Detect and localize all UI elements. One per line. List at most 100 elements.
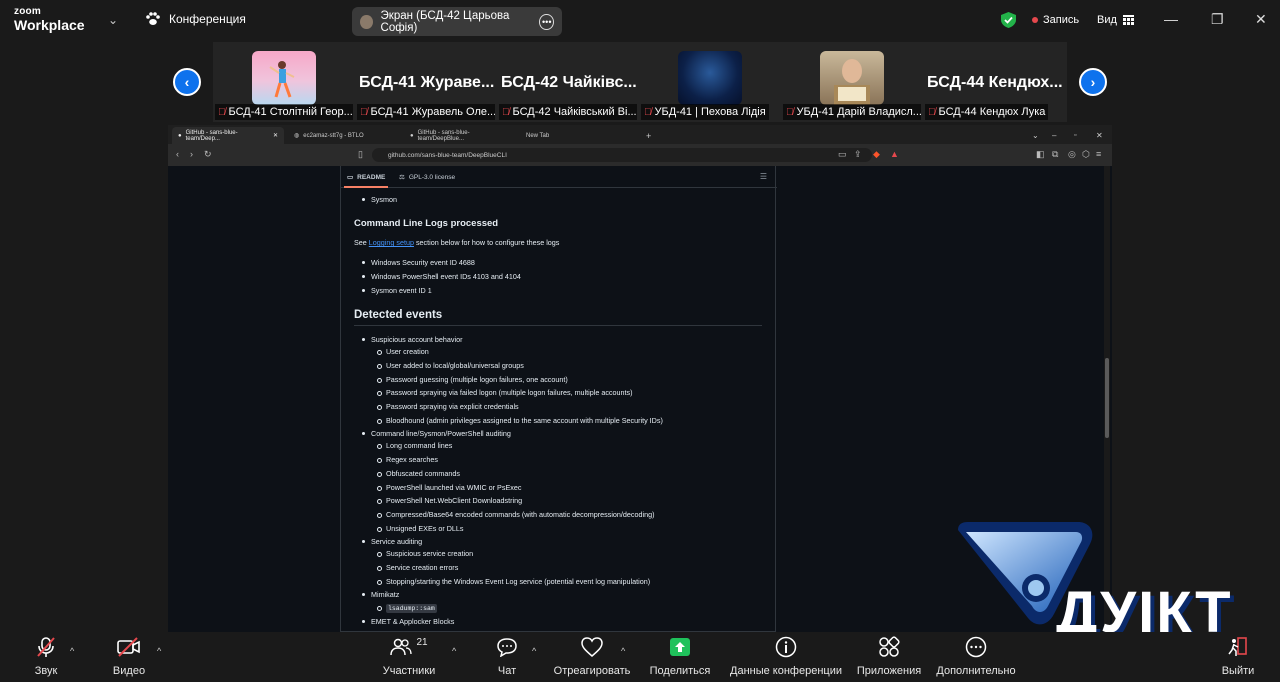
list-item: Password spraying via explicit credentia… (377, 402, 519, 411)
list-item: Obfuscated commands (377, 469, 460, 478)
mic-muted-icon: 🎙̸ (644, 106, 652, 118)
reactions-button[interactable]: Отреагировать (552, 632, 632, 682)
browser-tab[interactable]: ● GitHub - sans-blue-team/DeepBlue... (404, 127, 516, 144)
list-item: Compressed/Base64 encoded commands (with… (376, 510, 655, 519)
list-item: Regex searches (377, 455, 438, 464)
shield-check-icon[interactable] (1001, 12, 1016, 28)
address-bar[interactable]: github.com/sans-blue-team/DeepBlueCLI (372, 148, 872, 162)
list-item: PowerShell Net.WebClient Downloadstring (376, 496, 523, 505)
globe-icon: ◍ (294, 133, 300, 139)
outline-icon[interactable]: ☰ (760, 172, 767, 181)
scrollbar-thumb[interactable] (1105, 358, 1109, 438)
apps-label: Приложения (856, 665, 922, 677)
paw-icon (146, 12, 160, 25)
list-item: Bloodhound (admin privileges assigned to… (377, 416, 663, 425)
close-icon[interactable]: ✕ (273, 132, 278, 139)
close-icon[interactable]: ✕ (1255, 11, 1267, 28)
reactions-label: Отреагировать (553, 665, 631, 677)
menu-icon[interactable]: ≡ (1096, 149, 1101, 159)
gallery-prev-button[interactable]: ‹ (173, 68, 201, 96)
active-tab-underline (344, 186, 388, 188)
browser-tab[interactable]: ● GitHub - sans-blue-team/Deep... ✕ (172, 127, 284, 144)
chat-icon (497, 638, 517, 657)
participant-video (820, 51, 884, 105)
participant-name: 🎙̸ УБД-41 Дарій Владисл... (783, 104, 921, 120)
tab-license[interactable]: ⚖ GPL-3.0 license (399, 173, 455, 182)
list-item: PowerShell launched via WMIC or PsExec (376, 483, 522, 492)
video-button[interactable]: Видео (108, 632, 150, 682)
participant-tile[interactable]: БСД-44 Кендюх... 🎙̸ БСД-44 Кендюх Лука (923, 42, 1065, 122)
participants-options-caret[interactable]: ^ (452, 646, 456, 656)
heading-command-line-logs: Command Line Logs processed (354, 218, 499, 229)
leave-button[interactable]: Выйти (1218, 632, 1258, 682)
participant-tile[interactable]: 🎙̸ УБД-41 | Пехова Лідія (639, 42, 781, 122)
list-item: Sysmon (362, 195, 397, 204)
reactions-options-caret[interactable]: ^ (621, 646, 625, 656)
list-item: Windows PowerShell event IDs 4103 and 41… (362, 272, 521, 281)
browser-tab[interactable]: ◍ ec2amaz-stt7g - BTLO (288, 127, 400, 144)
participant-tile[interactable]: 🎙̸ УБД-41 Дарій Владисл... (781, 42, 923, 122)
chevron-down-icon[interactable]: ⌄ (108, 13, 118, 27)
inline-code: lsadump::sam (386, 604, 437, 613)
meeting-info-button[interactable]: Конференция (145, 12, 246, 26)
list-item: Service creation errors (376, 563, 459, 572)
list-item: User added to local/global/universal gro… (377, 361, 524, 370)
participant-big-name: БСД-41 Жураве... (359, 74, 495, 91)
meeting-info-label: Данные конференции (730, 665, 842, 677)
rewards-icon[interactable]: ▲ (890, 149, 899, 159)
recording-indicator[interactable]: Запись (1032, 14, 1079, 26)
meeting-info-button[interactable]: Данные конференции (728, 632, 844, 682)
new-tab-button[interactable]: + (640, 127, 657, 144)
url-text: github.com/sans-blue-team/DeepBlueCLI (388, 151, 507, 159)
brave-shield-icon[interactable]: ◆ (873, 149, 880, 160)
chat-options-caret[interactable]: ^ (532, 646, 536, 656)
list-item: Stopping/starting the Windows Event Log … (376, 577, 651, 586)
share-icon[interactable]: ⇪ (854, 149, 862, 160)
mic-muted-icon: 🎙̸ (786, 106, 794, 118)
browser-tab[interactable]: New Tab (520, 127, 632, 144)
minimize-icon[interactable]: – (1046, 127, 1062, 144)
audio-button[interactable]: Звук (26, 632, 66, 682)
participant-name: 🎙̸ БСД-41 Столітній Геор... (215, 104, 353, 120)
video-options-caret[interactable]: ^ (157, 646, 161, 656)
tab-list-icon[interactable]: ⌄ (1026, 127, 1045, 144)
vpn-icon[interactable]: ⬡ (1082, 149, 1090, 160)
share-status-pill[interactable]: Экран (БСД-42 Царьова Софія) ••• (352, 7, 562, 36)
list-item: Password guessing (multiple logon failur… (377, 375, 568, 384)
more-icon[interactable]: ••• (539, 13, 554, 30)
wallet-icon[interactable]: ◎ (1068, 149, 1076, 160)
leave-label: Выйти (1221, 665, 1255, 677)
bookmark-icon[interactable]: ▯ (358, 149, 363, 160)
participant-tile[interactable]: БСД-41 Жураве... 🎙̸ БСД-41 Журавель Оле..… (355, 42, 497, 122)
reload-icon[interactable]: ↻ (204, 149, 212, 160)
back-icon[interactable]: ‹ (176, 149, 179, 159)
extensions-icon[interactable]: ⧉ (1052, 149, 1058, 160)
list-item: Suspicious service creation (376, 549, 474, 558)
logging-setup-link[interactable]: Logging setup (369, 238, 414, 247)
forward-icon[interactable]: › (190, 149, 193, 159)
apps-button[interactable]: Приложения (854, 632, 924, 682)
close-icon[interactable]: ✕ (1090, 127, 1109, 144)
audio-options-caret[interactable]: ^ (70, 646, 74, 656)
share-screen-button[interactable]: Поделиться (646, 632, 714, 682)
minimize-icon[interactable]: — (1164, 11, 1178, 27)
participant-tile[interactable]: БСД-42 Чайківс... 🎙̸ БСД-42 Чайківський В… (497, 42, 639, 122)
participants-label: Участники (382, 665, 436, 677)
cast-icon[interactable]: ▭ (838, 149, 847, 160)
restore-icon[interactable]: ❐ (1211, 11, 1224, 28)
more-button[interactable]: Дополнительно (934, 632, 1018, 682)
sidebar-icon[interactable]: ◧ (1036, 149, 1045, 160)
zoom-logo[interactable]: zoom Workplace (14, 7, 85, 33)
maximize-icon[interactable]: ▫ (1068, 127, 1082, 144)
participant-big-name: БСД-44 Кендюх... (927, 74, 1063, 91)
participant-tile[interactable]: 🎙̸ БСД-41 Столітній Геор... (213, 42, 355, 122)
gallery-next-button[interactable]: › (1079, 68, 1107, 96)
browser-tab-strip: ● GitHub - sans-blue-team/Deep... ✕ ◍ ec2am… (168, 125, 1112, 144)
participant-gallery: 🎙̸ БСД-41 Столітній Геор... БСД-41 Жураве… (213, 42, 1067, 122)
view-button[interactable]: Вид (1097, 14, 1134, 26)
participants-button[interactable]: 21 Участники (378, 632, 440, 682)
chat-button[interactable]: Чат (490, 632, 524, 682)
info-icon (775, 636, 797, 658)
audio-label: Звук (34, 665, 58, 677)
tab-readme[interactable]: ▭ README (347, 173, 385, 182)
